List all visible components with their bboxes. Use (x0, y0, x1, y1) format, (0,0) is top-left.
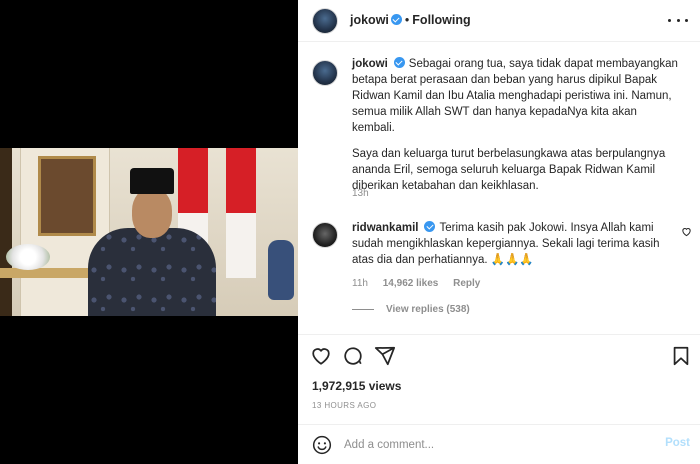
post-actions: 1,972,915 views 13 HOURS AGO (298, 334, 700, 424)
flower-arrangement (6, 244, 50, 270)
comment-icon[interactable] (342, 345, 364, 367)
reply-meta: 11h 14,962 likes Reply (352, 278, 492, 289)
separator-dot: • (404, 13, 410, 27)
caption-paragraph-1: jokowi Sebagai orang tua, saya tidak dapa… (352, 56, 682, 136)
heart-icon[interactable] (310, 345, 332, 367)
vase (268, 240, 294, 300)
reply-username[interactable]: ridwankamil (352, 222, 418, 234)
caption-avatar[interactable] (312, 60, 338, 86)
reply-timestamp[interactable]: 11h (352, 278, 368, 289)
caption-timestamp[interactable]: 13h (352, 188, 369, 199)
caption-username[interactable]: jokowi (352, 58, 388, 70)
post-button[interactable]: Post (665, 437, 690, 449)
share-icon[interactable] (374, 345, 396, 367)
header-username[interactable]: jokowi (350, 13, 389, 27)
comment-like-icon[interactable] (681, 226, 692, 240)
post-media (0, 0, 298, 464)
verified-badge-icon (393, 57, 405, 68)
background-curtain (0, 148, 12, 316)
verified-badge-icon (390, 14, 402, 25)
reply-avatar[interactable] (312, 222, 338, 248)
video-player[interactable] (0, 148, 298, 316)
reply-button[interactable]: Reply (453, 278, 480, 289)
header-name-row: jokowi • Following (350, 13, 471, 27)
caption-text-1: Sebagai orang tua, saya tidak dapat memb… (352, 58, 678, 134)
post-header: jokowi • Following (298, 0, 700, 42)
comment-input[interactable] (344, 435, 644, 455)
speaker-figure (88, 168, 216, 316)
view-replies-button[interactable]: View replies (538) (352, 304, 470, 315)
reply-likes[interactable]: 14,962 likes (383, 278, 439, 289)
caption: jokowi Sebagai orang tua, saya tidak dapa… (352, 56, 682, 204)
reply-comment: ridwankamil Terima kasih pak Jokowi. Insy… (352, 220, 672, 268)
view-count[interactable]: 1,972,915 views (312, 379, 401, 393)
post-age[interactable]: 13 HOURS AGO (312, 401, 376, 410)
comments-section: jokowi Sebagai orang tua, saya tidak dapa… (298, 42, 700, 334)
post-panel: jokowi • Following jokowi Sebagai orang tua… (298, 0, 700, 464)
avatar[interactable] (312, 8, 338, 34)
more-icon[interactable] (668, 12, 688, 28)
replies-divider-line (352, 309, 374, 310)
verified-badge-icon (424, 221, 436, 232)
emoji-icon[interactable] (312, 435, 332, 455)
add-comment-bar: Post (298, 424, 700, 464)
bookmark-icon[interactable] (670, 345, 692, 367)
following-button[interactable]: Following (412, 13, 470, 27)
view-replies-label: View replies (538) (386, 304, 470, 315)
caption-paragraph-2: Saya dan keluarga turut berbelasungkawa … (352, 148, 666, 192)
flag-right (226, 148, 256, 278)
